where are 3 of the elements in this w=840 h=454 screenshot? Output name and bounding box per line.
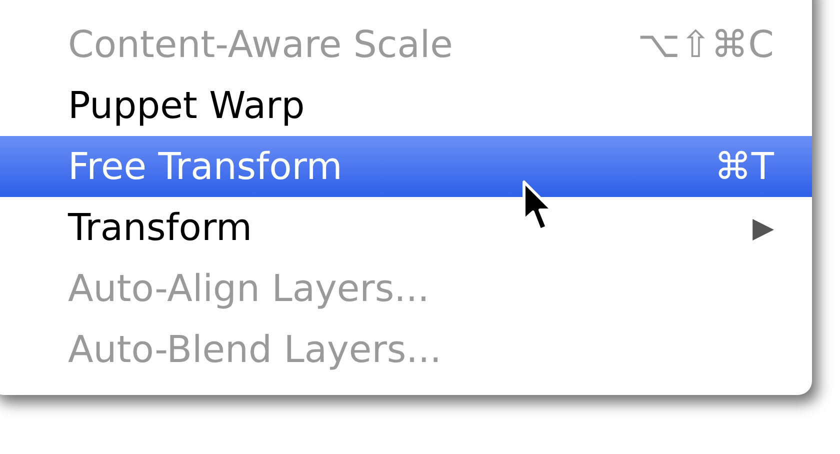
menu-item[interactable]: Puppet Warp [0, 75, 812, 136]
menu-item[interactable]: Free Transform ⌘T [0, 136, 812, 197]
menu-item[interactable]: Transform ▶ [0, 197, 812, 258]
